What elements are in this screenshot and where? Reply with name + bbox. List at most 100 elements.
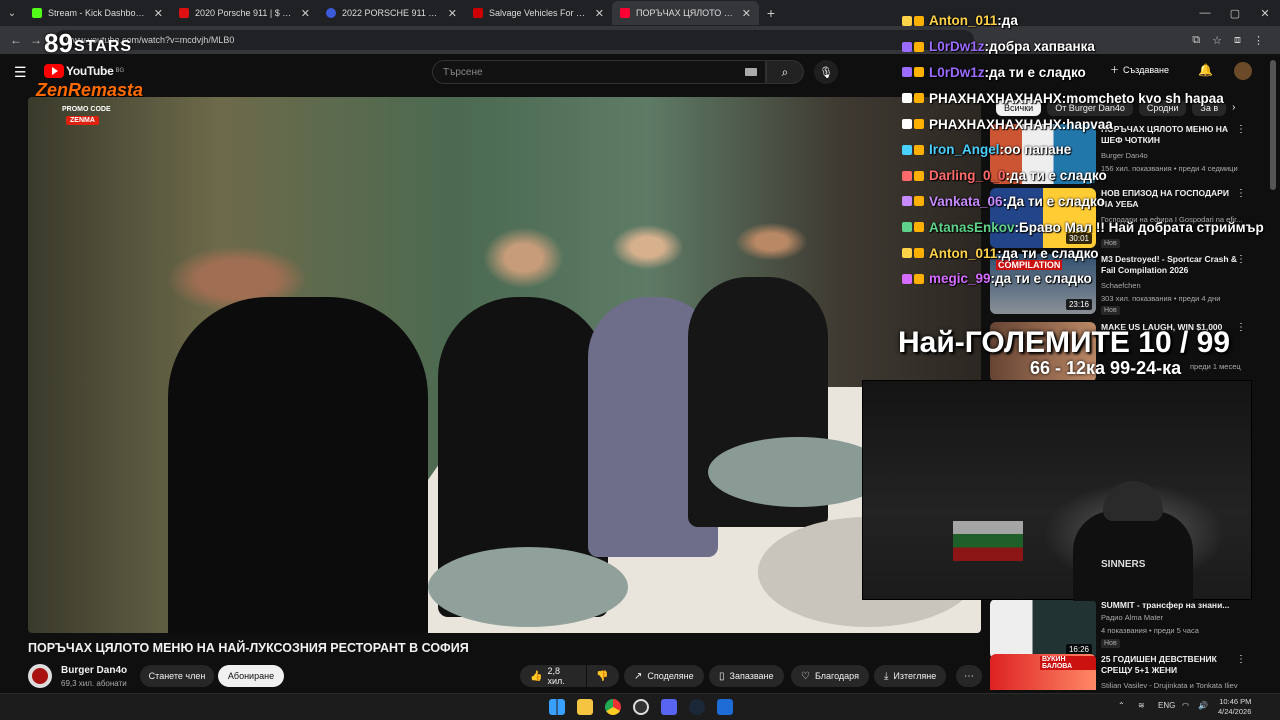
chat-message: L0rDw1z : добра хапванка bbox=[902, 34, 1280, 60]
chat-text: да ти е сладко bbox=[989, 64, 1086, 80]
volume-icon[interactable]: 🔊 bbox=[1198, 701, 1208, 710]
discord-icon[interactable] bbox=[661, 699, 677, 715]
close-tab-icon[interactable]: ✕ bbox=[448, 7, 457, 20]
new-badge: Нов bbox=[1101, 639, 1120, 648]
chat-username: L0rDw1z bbox=[929, 64, 985, 80]
chat-badge-icon bbox=[902, 119, 912, 130]
chat-text: Да ти е сладко bbox=[1007, 193, 1105, 209]
search-input[interactable]: Търсене bbox=[432, 60, 766, 84]
tab-title: Stream - Kick Dashboard bbox=[48, 8, 148, 18]
tray-network-icon[interactable]: ≋ bbox=[1138, 701, 1145, 710]
browser-tab[interactable]: Salvage Vehicles For Sale | IAA ✕ bbox=[465, 1, 612, 25]
bulgarian-flag bbox=[953, 521, 1023, 561]
related-video[interactable]: 16:26 SUMMIT - трансфер на знани... Ради… bbox=[990, 599, 1255, 659]
tab-search-icon[interactable]: ⌄ bbox=[0, 0, 24, 26]
clock-date: 4/24/2026 bbox=[1218, 707, 1252, 716]
chat-username: L0rDw1z bbox=[929, 39, 985, 55]
stream-goal-text: Най-ГОЛЕМИТЕ 10 / 99 bbox=[898, 326, 1231, 359]
file-explorer-icon[interactable] bbox=[577, 699, 593, 715]
close-tab-icon[interactable]: ✕ bbox=[154, 7, 163, 20]
hamburger-menu-icon[interactable]: ☰ bbox=[14, 64, 27, 81]
browser-tab-active[interactable]: ПОРЪЧАХ ЦЯЛОТО МЕНЮ НА ✕ bbox=[612, 1, 759, 25]
app-icon[interactable] bbox=[717, 699, 733, 715]
chat-text: да ти е сладко bbox=[995, 271, 1092, 287]
join-button[interactable]: Станете член bbox=[140, 665, 214, 687]
browser-tab[interactable]: 2020 Porsche 911 | $ 143,898 | E ✕ bbox=[171, 1, 318, 25]
keyboard-icon[interactable] bbox=[745, 68, 757, 76]
related-video[interactable]: ВУКИН БАЛОВА 25 ГОДИШЕН ДЕВСТВЕНИК СРЕЩУ… bbox=[990, 654, 1255, 690]
more-actions-button[interactable]: ⋯ bbox=[956, 665, 982, 687]
tab-title: ПОРЪЧАХ ЦЯЛОТО МЕНЮ НА bbox=[636, 8, 736, 18]
chat-username: Iron_Angel bbox=[929, 142, 1000, 158]
obs-icon[interactable] bbox=[633, 699, 649, 715]
chat-username: megic_99 bbox=[929, 271, 991, 287]
stream-chat-overlay: Anton_011 : да L0rDw1z : добра хапванка L0… bbox=[902, 8, 1280, 292]
subscriber-badge-icon bbox=[914, 273, 924, 284]
streamer-head bbox=[1103, 481, 1163, 521]
video-player[interactable] bbox=[28, 97, 981, 633]
stream-goal-subtext: 66 - 12ка 99-24-ка bbox=[1030, 358, 1182, 378]
channel-avatar[interactable] bbox=[28, 664, 52, 688]
video-thumbnail[interactable]: 16:26 bbox=[990, 599, 1096, 659]
new-badge: Нов bbox=[1101, 306, 1120, 315]
save-button[interactable]: ▯ Запазване bbox=[709, 665, 784, 687]
chat-username: AtanasEnkov bbox=[929, 219, 1015, 235]
subscriber-badge-icon bbox=[914, 222, 924, 233]
chat-badge-icon bbox=[902, 273, 912, 284]
related-title: SUMMIT - трансфер на знани... bbox=[1101, 600, 1230, 610]
subscriber-badge-icon bbox=[914, 93, 924, 104]
system-clock[interactable]: 10:46 PM 4/24/2026 bbox=[1218, 697, 1251, 717]
voice-search-button[interactable]: 🎙 bbox=[814, 60, 838, 84]
chat-badge-icon bbox=[902, 15, 912, 26]
browser-tab[interactable]: 2022 PORSCHE 911 TURBO | Er ✕ bbox=[318, 1, 465, 25]
windows-start-icon[interactable] bbox=[549, 699, 565, 715]
download-button[interactable]: ⤓ Изтегляне bbox=[874, 665, 947, 687]
browser-tab[interactable]: Stream - Kick Dashboard ✕ bbox=[24, 1, 171, 25]
video-thumbnail[interactable]: ВУКИН БАЛОВА bbox=[990, 654, 1096, 690]
chat-message: Darling_0_0 : да ти е сладко bbox=[902, 163, 1280, 189]
channel-name[interactable]: Burger Dan4o bbox=[61, 665, 127, 676]
share-arrow-icon: ↗ bbox=[634, 670, 643, 682]
chat-message: Iron_Angel : оо папане bbox=[902, 137, 1280, 163]
chrome-icon[interactable] bbox=[605, 699, 621, 715]
video-scene-plate bbox=[708, 437, 888, 507]
tray-chevron-icon[interactable]: ⌃ bbox=[1118, 701, 1125, 710]
search-placeholder: Търсене bbox=[443, 66, 483, 78]
more-actions-icon[interactable]: ⋮ bbox=[1236, 654, 1246, 665]
back-arrow-icon[interactable]: ← bbox=[6, 33, 26, 47]
close-tab-icon[interactable]: ✕ bbox=[595, 7, 604, 20]
share-button[interactable]: ↗ Споделяне bbox=[624, 665, 704, 687]
dislike-button[interactable]: 👎 bbox=[587, 665, 619, 687]
youtube-icon bbox=[620, 8, 630, 18]
chat-username: Anton_011 bbox=[929, 245, 998, 261]
chat-badge-icon bbox=[902, 222, 912, 233]
chat-username: Darling_0_0 bbox=[929, 168, 1006, 184]
close-tab-icon[interactable]: ✕ bbox=[301, 7, 310, 20]
download-icon: ⤓ bbox=[884, 670, 889, 682]
related-channel: Stilian Vasilev - Drujinkata и Tonkata I… bbox=[1101, 681, 1238, 690]
close-tab-icon[interactable]: ✕ bbox=[742, 7, 751, 20]
subscriber-count: 69,3 хил. абонати bbox=[61, 679, 127, 688]
logo-stars: STARS bbox=[74, 38, 133, 55]
steam-icon[interactable] bbox=[689, 699, 705, 715]
thumbnail-text: ВУКИН БАЛОВА bbox=[1040, 656, 1096, 670]
chat-username: PHAXHAXHAXHAHX bbox=[929, 90, 1062, 106]
streamer-webcam: SINNERS bbox=[862, 380, 1252, 601]
more-actions-icon[interactable]: ⋮ bbox=[1236, 322, 1246, 333]
search-button[interactable]: ⌕ bbox=[766, 60, 804, 84]
thanks-button[interactable]: ♡ Благодаря bbox=[791, 665, 869, 687]
thanks-label: Благодаря bbox=[814, 671, 859, 681]
logo-brand: ZenRemasta bbox=[36, 80, 144, 100]
promo-code: ZENMA bbox=[66, 116, 99, 125]
like-button[interactable]: 👍 2,8 хил. bbox=[520, 665, 586, 687]
video-scene-plate bbox=[428, 547, 628, 627]
wifi-icon[interactable]: ◠ bbox=[1182, 701, 1189, 710]
related-meta: преди 1 месец bbox=[1190, 362, 1241, 371]
new-tab-icon[interactable]: + bbox=[759, 5, 783, 21]
language-indicator[interactable]: ENG bbox=[1158, 701, 1175, 710]
subscribe-button[interactable]: Абониране bbox=[218, 665, 284, 687]
chat-badge-icon bbox=[902, 41, 912, 52]
address-bar[interactable]: www.youtube.com/watch?v=mcdvjh/MLB0 bbox=[54, 30, 974, 50]
chat-badge-icon bbox=[902, 196, 912, 207]
streamer-body bbox=[1073, 511, 1193, 601]
